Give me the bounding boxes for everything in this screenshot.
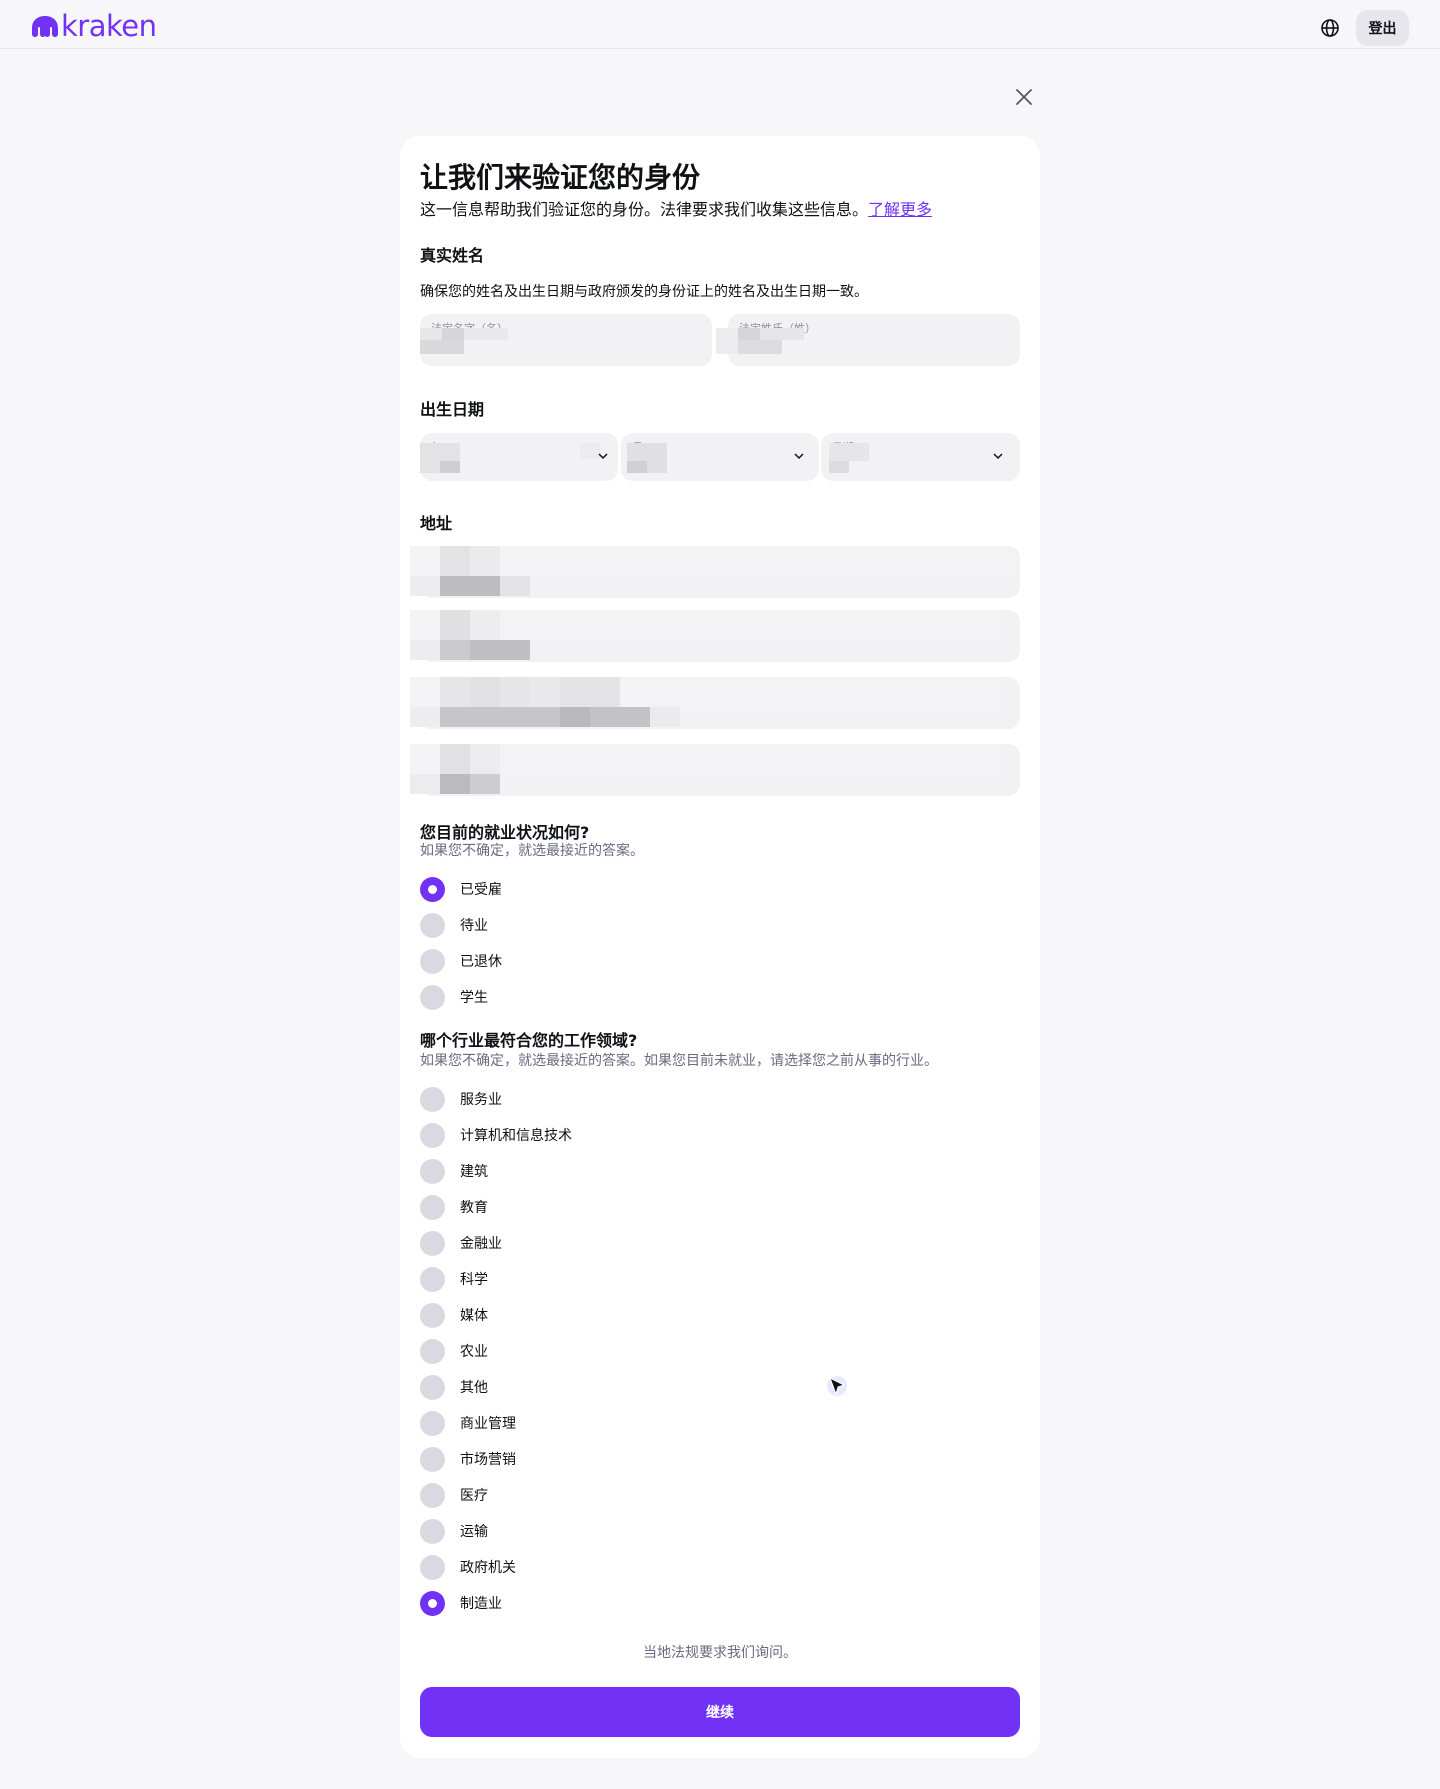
radio-unselected[interactable] bbox=[420, 1194, 445, 1220]
radio-unselected[interactable] bbox=[420, 1482, 445, 1508]
industry-question: 哪个行业最符合您的工作领域? bbox=[420, 1031, 638, 1050]
address-city-input[interactable] bbox=[410, 677, 1020, 729]
radio-unselected[interactable] bbox=[420, 1554, 445, 1580]
close-icon[interactable] bbox=[1013, 86, 1035, 108]
dob-heading: 出生日期 bbox=[420, 400, 485, 419]
radio-unselected[interactable] bbox=[420, 1122, 445, 1148]
radio-unselected[interactable] bbox=[420, 948, 445, 974]
page-title: 让我们来验证您的身份 bbox=[420, 161, 701, 194]
industry-option-label: 金融业 bbox=[460, 1236, 502, 1252]
industry-option[interactable]: 科学 bbox=[420, 1266, 488, 1292]
top-bar: kraken 登出 bbox=[0, 0, 1440, 49]
industry-option-label: 服务业 bbox=[460, 1092, 502, 1108]
employment-option[interactable]: 待业 bbox=[420, 912, 488, 938]
industry-option-label: 商业管理 bbox=[460, 1416, 516, 1432]
mouse-cursor-icon bbox=[827, 1376, 847, 1396]
employment-option-label: 学生 bbox=[460, 990, 488, 1006]
industry-option[interactable]: 制造业 bbox=[420, 1590, 502, 1616]
industry-option[interactable]: 计算机和信息技术 bbox=[420, 1122, 572, 1148]
industry-option-label: 教育 bbox=[460, 1200, 488, 1216]
employment-option-label: 已退休 bbox=[460, 954, 502, 970]
industry-option[interactable]: 金融业 bbox=[420, 1230, 502, 1256]
industry-hint: 如果您不确定，就选最接近的答案。如果您目前未就业，请选择您之前从事的行业。 bbox=[420, 1053, 938, 1069]
industry-option[interactable]: 服务业 bbox=[420, 1086, 502, 1112]
address-line-2-input[interactable] bbox=[410, 610, 1020, 662]
address-line-1-input[interactable] bbox=[410, 546, 1020, 598]
industry-option[interactable]: 其他 bbox=[420, 1374, 488, 1400]
radio-unselected[interactable] bbox=[420, 1266, 445, 1292]
industry-option-label: 市场营销 bbox=[460, 1452, 516, 1468]
radio-unselected[interactable] bbox=[420, 1158, 445, 1184]
industry-option[interactable]: 医疗 bbox=[420, 1482, 488, 1508]
legal-name-heading: 真实姓名 bbox=[420, 246, 485, 265]
kraken-logo-icon bbox=[32, 16, 58, 37]
employment-option[interactable]: 学生 bbox=[420, 984, 488, 1010]
industry-option-label: 媒体 bbox=[460, 1308, 488, 1324]
industry-option-label: 其他 bbox=[460, 1380, 488, 1396]
industry-option-label: 医疗 bbox=[460, 1488, 488, 1504]
dob-year-select[interactable]: 年 bbox=[420, 433, 618, 481]
radio-unselected[interactable] bbox=[420, 1086, 445, 1112]
chevron-down-icon bbox=[993, 453, 1003, 460]
employment-option-label: 待业 bbox=[460, 918, 488, 934]
continue-button[interactable]: 继续 bbox=[420, 1687, 1020, 1737]
subtitle-text: 这一信息帮助我们验证您的身份。法律要求我们收集这些信息。 bbox=[420, 200, 869, 219]
industry-option-label: 建筑 bbox=[460, 1164, 488, 1180]
industry-option[interactable]: 农业 bbox=[420, 1338, 488, 1364]
identity-verification-card: 让我们来验证您的身份 这一信息帮助我们验证您的身份。法律要求我们收集这些信息。了… bbox=[400, 136, 1040, 1758]
radio-unselected[interactable] bbox=[420, 1230, 445, 1256]
first-name-input[interactable]: 法定名字（名） bbox=[420, 314, 712, 366]
industry-option[interactable]: 政府机关 bbox=[420, 1554, 516, 1580]
chevron-down-icon bbox=[598, 453, 608, 460]
dob-day-select[interactable]: 日期 bbox=[821, 433, 1020, 481]
globe-icon[interactable] bbox=[1319, 17, 1341, 39]
legal-note: 当地法规要求我们询问。 bbox=[643, 1645, 797, 1661]
address-postcode-input[interactable] bbox=[410, 744, 1020, 796]
industry-option[interactable]: 运输 bbox=[420, 1518, 488, 1544]
dob-month-select[interactable]: 月 bbox=[621, 433, 819, 481]
radio-unselected[interactable] bbox=[420, 912, 445, 938]
industry-option[interactable]: 教育 bbox=[420, 1194, 488, 1220]
radio-unselected[interactable] bbox=[420, 1518, 445, 1544]
employment-option[interactable]: 已受雇 bbox=[420, 876, 502, 902]
last-name-input[interactable]: 法定姓氏（姓） bbox=[716, 314, 1020, 366]
logout-button[interactable]: 登出 bbox=[1356, 10, 1409, 46]
radio-selected[interactable] bbox=[420, 1590, 445, 1616]
industry-option[interactable]: 媒体 bbox=[420, 1302, 488, 1328]
radio-unselected[interactable] bbox=[420, 1446, 445, 1472]
employment-option[interactable]: 已退休 bbox=[420, 948, 502, 974]
address-heading: 地址 bbox=[420, 514, 453, 533]
legal-name-hint: 确保您的姓名及出生日期与政府颁发的身份证上的姓名及出生日期一致。 bbox=[420, 284, 868, 300]
employment-option-label: 已受雇 bbox=[460, 882, 502, 898]
industry-option-label: 科学 bbox=[460, 1272, 488, 1288]
radio-unselected[interactable] bbox=[420, 984, 445, 1010]
employment-hint: 如果您不确定，就选最接近的答案。 bbox=[420, 843, 644, 859]
learn-more-link[interactable]: 了解更多 bbox=[868, 200, 932, 219]
industry-option[interactable]: 商业管理 bbox=[420, 1410, 516, 1436]
industry-option[interactable]: 市场营销 bbox=[420, 1446, 516, 1472]
chevron-down-icon bbox=[794, 453, 804, 460]
page-subtitle: 这一信息帮助我们验证您的身份。法律要求我们收集这些信息。了解更多 bbox=[420, 196, 932, 220]
industry-option-label: 农业 bbox=[460, 1344, 488, 1360]
radio-unselected[interactable] bbox=[420, 1410, 445, 1436]
industry-option[interactable]: 建筑 bbox=[420, 1158, 488, 1184]
industry-option-label: 计算机和信息技术 bbox=[460, 1128, 572, 1144]
radio-unselected[interactable] bbox=[420, 1302, 445, 1328]
industry-option-label: 政府机关 bbox=[460, 1560, 516, 1576]
radio-unselected[interactable] bbox=[420, 1338, 445, 1364]
radio-selected[interactable] bbox=[420, 876, 445, 902]
kraken-logo[interactable]: kraken bbox=[31, 9, 157, 43]
industry-option-label: 制造业 bbox=[460, 1596, 502, 1612]
industry-option-label: 运输 bbox=[460, 1524, 488, 1540]
radio-unselected[interactable] bbox=[420, 1374, 445, 1400]
kraken-logo-text: kraken bbox=[61, 9, 157, 43]
